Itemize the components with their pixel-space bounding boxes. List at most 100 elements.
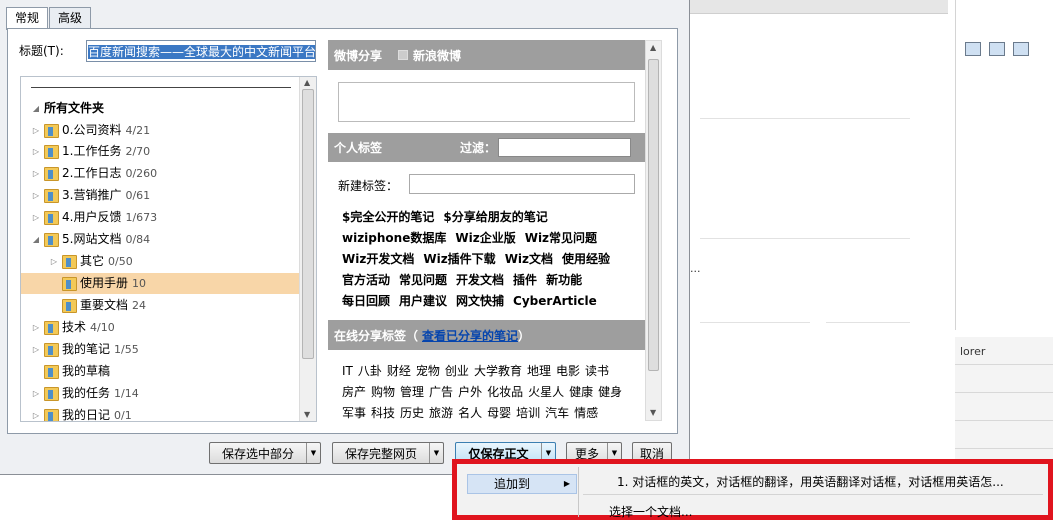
- public-tag[interactable]: 历史: [400, 406, 424, 420]
- folder-tree[interactable]: ◢ 所有文件夹 ▷ 0.公司资料 4/21 ▷ 1.工作任务 2/70 ▷ 2.工作日志 0…: [20, 76, 317, 422]
- public-tag[interactable]: 科技: [371, 406, 395, 420]
- tree-item[interactable]: ▷ 2.工作日志 0/260: [31, 163, 157, 184]
- tree-item[interactable]: ▷ 0.公司资料 4/21: [31, 120, 150, 141]
- public-tag[interactable]: 八卦: [358, 364, 382, 378]
- tag-link[interactable]: 网文快捕: [456, 294, 504, 308]
- dropdown-arrow-icon[interactable]: ▼: [429, 443, 443, 463]
- tab-general[interactable]: 常规: [6, 7, 49, 30]
- collapsed-arrow-icon[interactable]: ▷: [31, 317, 41, 338]
- collapsed-arrow-icon[interactable]: ▷: [31, 405, 41, 421]
- view-shared-notes-link[interactable]: 查看已分享的笔记: [422, 327, 518, 344]
- tag-link[interactable]: Wiz插件下载: [423, 252, 495, 266]
- public-tag[interactable]: 房产: [342, 385, 366, 399]
- scroll-down-icon[interactable]: ▼: [650, 408, 656, 417]
- public-tag[interactable]: 培训: [516, 406, 540, 420]
- share-scroll-thumb[interactable]: [648, 59, 659, 371]
- menu-item-choose-document[interactable]: 选择一个文档...: [609, 503, 692, 520]
- collapsed-arrow-icon[interactable]: ▷: [31, 185, 41, 206]
- share-scrollbar[interactable]: ▲ ▼: [645, 40, 662, 421]
- tree-item[interactable]: ▷ 3.营销推广 0/61: [31, 185, 150, 206]
- tree-item[interactable]: ▷ 4.用户反馈 1/673: [31, 207, 157, 228]
- public-tag[interactable]: 地理: [527, 364, 551, 378]
- tree-item[interactable]: 我的草稿: [44, 361, 114, 382]
- tag-link[interactable]: Wiz开发文档: [342, 252, 414, 266]
- tag-link[interactable]: 开发文档: [456, 273, 504, 287]
- public-tag[interactable]: 火星人: [528, 385, 564, 399]
- film-icon[interactable]: [989, 42, 1005, 56]
- scroll-up-icon[interactable]: ▲: [650, 43, 656, 52]
- tree-item[interactable]: ▷ 我的任务 1/14: [31, 383, 139, 404]
- public-tag[interactable]: 读书: [585, 364, 609, 378]
- public-tag[interactable]: 健康: [569, 385, 593, 399]
- collapsed-arrow-icon[interactable]: ▷: [31, 207, 41, 228]
- collapsed-arrow-icon[interactable]: ▷: [49, 251, 59, 272]
- tag-link[interactable]: 插件: [513, 273, 537, 287]
- tree-item[interactable]: ▷ 我的笔记 1/55: [31, 339, 139, 360]
- tag-link[interactable]: 用户建议: [399, 294, 447, 308]
- tree-item[interactable]: ▷ 其它 0/50: [49, 251, 133, 272]
- tree-item[interactable]: 重要文档 24: [62, 295, 146, 316]
- tag-link[interactable]: 常见问题: [399, 273, 447, 287]
- filter-input[interactable]: [498, 138, 632, 157]
- public-tag[interactable]: 化妆品: [487, 385, 523, 399]
- weibo-textarea[interactable]: [338, 82, 635, 122]
- public-tag[interactable]: 宠物: [416, 364, 440, 378]
- tag-link[interactable]: 新功能: [546, 273, 582, 287]
- collapsed-arrow-icon[interactable]: ▷: [31, 120, 41, 141]
- checkbox-icon[interactable]: [398, 50, 409, 60]
- tag-link[interactable]: 每日回顾: [342, 294, 390, 308]
- save-full-page-button[interactable]: 保存完整网页 ▼: [332, 442, 444, 464]
- public-tag[interactable]: 情感: [574, 406, 598, 420]
- tree-item[interactable]: ◢ 5.网站文档 0/84: [31, 229, 150, 250]
- scroll-down-icon[interactable]: ▼: [304, 410, 310, 419]
- public-tag[interactable]: 军事: [342, 406, 366, 420]
- expanded-arrow-icon[interactable]: ◢: [31, 229, 41, 250]
- tree-item[interactable]: ▷ 我的日记 0/1: [31, 405, 132, 421]
- public-tag[interactable]: 名人: [458, 406, 482, 420]
- tree-scroll-thumb[interactable]: [302, 89, 314, 359]
- collapsed-arrow-icon[interactable]: ▷: [31, 383, 41, 404]
- public-tag[interactable]: 管理: [400, 385, 424, 399]
- scroll-up-icon[interactable]: ▲: [304, 78, 310, 87]
- public-tag[interactable]: 广告: [429, 385, 453, 399]
- expanded-arrow-icon[interactable]: ◢: [31, 98, 41, 119]
- tag-link[interactable]: $完全公开的笔记: [342, 210, 434, 224]
- title-input[interactable]: 百度新闻搜索——全球最大的中文新闻平台: [86, 40, 316, 62]
- menu-item-append-to[interactable]: 追加到 ▶: [467, 474, 577, 494]
- tree-scrollbar[interactable]: ▲ ▼: [299, 77, 316, 421]
- tag-link[interactable]: CyberArticle: [513, 294, 597, 308]
- tag-link[interactable]: 使用经验: [562, 252, 610, 266]
- save-selection-button[interactable]: 保存选中部分 ▼: [209, 442, 321, 464]
- public-tag[interactable]: 大学教育: [474, 364, 522, 378]
- collapsed-arrow-icon[interactable]: ▷: [31, 163, 41, 184]
- public-tag[interactable]: 户外: [458, 385, 482, 399]
- collapsed-arrow-icon[interactable]: ▷: [31, 339, 41, 360]
- tree-item-selected[interactable]: 使用手册 10: [21, 273, 299, 294]
- public-tag[interactable]: IT: [342, 364, 353, 378]
- dropdown-arrow-icon[interactable]: ▼: [306, 443, 320, 463]
- tree-item[interactable]: ▷ 1.工作任务 2/70: [31, 141, 150, 162]
- public-tag[interactable]: 旅游: [429, 406, 453, 420]
- tag-link[interactable]: Wiz常见问题: [525, 231, 597, 245]
- tag-link[interactable]: 官方活动: [342, 273, 390, 287]
- public-tag[interactable]: 创业: [445, 364, 469, 378]
- new-tag-input[interactable]: [409, 174, 635, 194]
- public-tag[interactable]: 电影: [556, 364, 580, 378]
- tree-root[interactable]: ◢ 所有文件夹: [31, 98, 104, 119]
- tag-link[interactable]: Wiz企业版: [455, 231, 515, 245]
- public-tag[interactable]: 健身: [598, 385, 622, 399]
- public-tag[interactable]: 购物: [371, 385, 395, 399]
- tab-advanced[interactable]: 高级: [49, 7, 92, 29]
- tag-link[interactable]: Wiz文档: [505, 252, 553, 266]
- image-icon[interactable]: [965, 42, 981, 56]
- public-tag[interactable]: 母婴: [487, 406, 511, 420]
- public-tag[interactable]: 汽车: [545, 406, 569, 420]
- public-tag[interactable]: 财经: [387, 364, 411, 378]
- tag-link[interactable]: wiziphone数据库: [342, 231, 446, 245]
- tree-item[interactable]: ▷ 技术 4/10: [31, 317, 115, 338]
- collapsed-arrow-icon[interactable]: ▷: [31, 141, 41, 162]
- menu-item-recent-document[interactable]: 1. 对话框的英文，对话框的翻译，用英语翻译对话框，对话框用英语怎...: [617, 473, 1004, 490]
- table-icon[interactable]: [1013, 42, 1029, 56]
- sina-weibo-checkbox[interactable]: 新浪微博: [398, 47, 461, 64]
- tag-link[interactable]: $分享给朋友的笔记: [443, 210, 547, 224]
